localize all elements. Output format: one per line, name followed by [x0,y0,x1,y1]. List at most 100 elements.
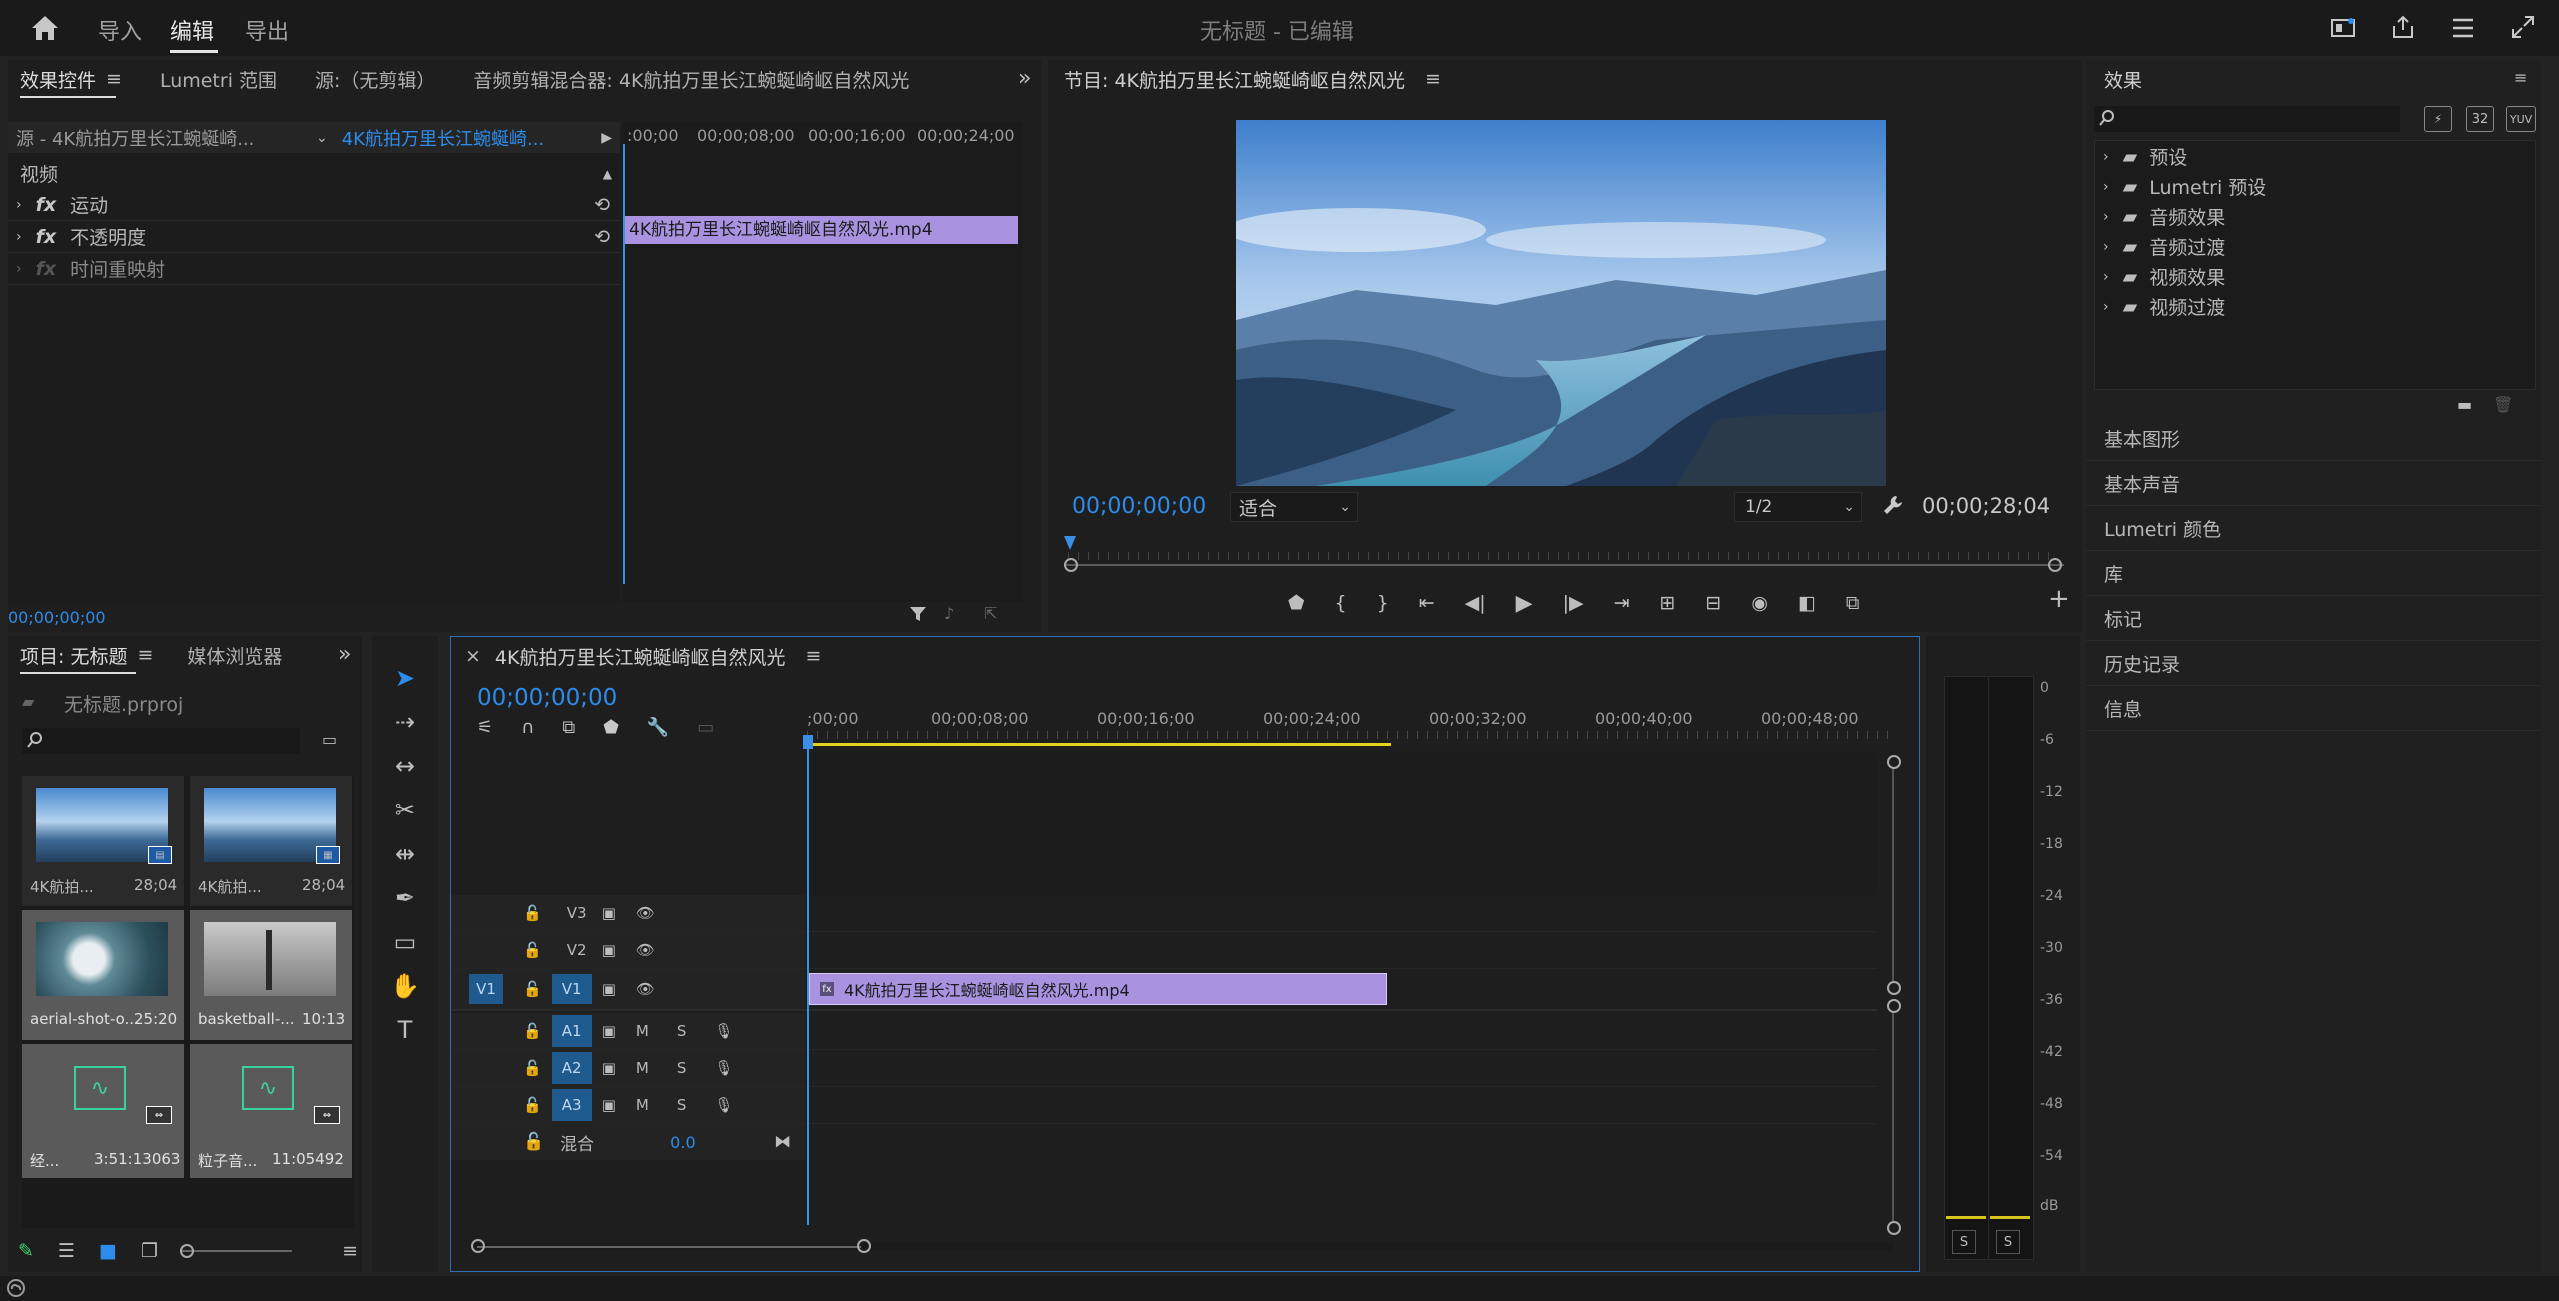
folder-item-audio-transitions[interactable]: › ▰ 音频过渡 [2095,231,2535,262]
type-tool-icon[interactable]: T [390,1016,420,1044]
scroll-handle-left[interactable] [471,1239,485,1253]
yuv-badge-icon[interactable]: YUV [2506,106,2536,132]
lift-icon[interactable]: ⊞ [1660,592,1676,614]
close-icon[interactable]: × [465,645,481,667]
scroll-handle-right[interactable] [857,1239,871,1253]
sync-lock-icon[interactable]: ▣ [602,1096,616,1114]
hand-tool-icon[interactable]: ✋ [390,972,420,1000]
track-label[interactable]: A2 [551,1052,592,1084]
camera-icon[interactable]: ◉ [1751,592,1768,614]
solo-right-button[interactable]: S [1996,1230,2020,1254]
accelerated-effects-icon[interactable]: ⚡ [2424,106,2452,132]
folder-item-lumetri[interactable]: › ▰ Lumetri 预设 [2095,171,2535,202]
tab-source[interactable]: 源:（无剪辑） [315,66,435,93]
mute-button[interactable]: M [636,1059,649,1077]
video-vscroll[interactable] [1892,769,1894,981]
scroll-handle-top[interactable] [1887,755,1901,769]
lock-icon[interactable]: 🔓 [523,1059,542,1077]
new-folder-icon[interactable]: ▬ [2457,395,2472,414]
panel-menu-icon[interactable]: ≡ [1425,68,1441,90]
pen-tool-icon[interactable]: ✒ [390,884,420,912]
tab-project[interactable]: 项目: 无标题 [20,642,127,669]
list-view-icon[interactable]: ☰ [58,1240,75,1262]
find-bin-icon[interactable]: ▭ [322,730,337,749]
program-timecode[interactable]: 00;00;00;00 [1072,494,1206,519]
microphone-icon[interactable]: 🎙 [714,1096,733,1114]
reset-icon[interactable]: ⟲ [594,194,610,216]
project-item[interactable]: ∿ ⇔ 经... 3:51:13063 [22,1044,184,1178]
wrench-icon[interactable]: 🔧 [647,717,669,738]
step-back-icon[interactable]: ◀| [1465,592,1486,614]
play-audio-icon[interactable]: ♪ [944,604,954,623]
source-patch-v1[interactable]: V1 [469,974,503,1004]
timeline-timecode[interactable]: 00;00;00;00 [477,685,617,711]
eye-icon[interactable]: 👁 [636,941,655,959]
folder-item-presets[interactable]: › ▰ 预设 [2095,141,2535,172]
expand-chevron-icon[interactable]: › [16,261,22,277]
effects-search-input[interactable] [2094,106,2400,132]
go-to-out-icon[interactable]: ⇥ [1614,592,1630,614]
scroll-handle-bottom[interactable] [1887,1221,1901,1235]
mark-out-icon[interactable]: } [1377,592,1389,614]
play-icon[interactable]: ▶ [1516,591,1533,616]
slip-tool-icon[interactable]: ⇹ [390,840,420,868]
quick-export-icon[interactable] [2330,16,2356,40]
project-item[interactable]: aerial-shot-o... 25:20 [22,910,184,1040]
folder-item-video-effects[interactable]: › ▰ 视频效果 [2095,261,2535,292]
comparison-view-icon[interactable]: ◧ [1798,592,1816,614]
rectangle-tool-icon[interactable]: ▭ [390,928,420,956]
panel-menu-icon[interactable]: ≡ [2514,68,2527,87]
razor-icon[interactable]: ✂ [390,796,420,824]
share-icon[interactable] [2390,14,2416,40]
effect-row-opacity[interactable]: › fx 不透明度 ⟲ [8,221,620,253]
audio-vscroll[interactable] [1892,1013,1894,1221]
project-item[interactable]: ▤ 4K航拍... 28;04 [22,776,184,906]
project-item[interactable]: ▦ 4K航拍... 28;04 [190,776,352,906]
effect-playhead[interactable] [623,144,625,584]
work-area-bar[interactable] [807,743,1391,746]
program-playhead[interactable] [1064,536,1076,550]
solo-left-button[interactable]: S [1952,1230,1976,1254]
mute-button[interactable]: M [636,1096,649,1114]
timeline-ruler[interactable]: ;00;00 00;00;08;00 00;00;16;00 00;00;24;… [807,703,1897,747]
expand-chevron-icon[interactable]: › [2103,179,2109,195]
expand-chevron-icon[interactable]: › [16,197,22,213]
solo-button[interactable]: S [677,1059,687,1077]
wrench-icon[interactable] [1882,494,1904,516]
ripple-edit-icon[interactable]: ↔ [390,752,420,780]
panel-menu-icon[interactable]: ≡ [106,68,122,90]
chevron-down-icon[interactable]: ⌄ [316,130,328,146]
32bit-badge-icon[interactable]: 32 [2466,106,2494,132]
program-scrubber[interactable] [1064,564,2064,566]
track-label[interactable]: V3 [562,904,592,922]
play-triangle-icon[interactable]: ▶ [601,130,612,146]
trash-icon[interactable]: 🗑 [2493,395,2513,414]
expand-chevron-icon[interactable]: › [2103,149,2109,165]
panel-menu-icon[interactable]: ≡ [805,645,821,667]
timeline-playhead[interactable] [807,745,809,1225]
nav-import[interactable]: 导入 [98,14,142,46]
icon-view-icon[interactable]: ■ [99,1240,117,1262]
effect-row-motion[interactable]: › fx 运动 ⟲ [8,189,620,221]
selection-tool-icon[interactable]: ➤ [390,664,420,692]
eye-icon[interactable]: 👁 [636,980,655,998]
add-marker-icon[interactable]: ⬟ [603,717,619,738]
solo-button[interactable]: S [677,1022,687,1040]
linked-selection-icon[interactable]: ⧉ [562,717,575,738]
mark-in-icon[interactable]: { [1335,592,1347,614]
expand-chevron-icon[interactable]: › [2103,209,2109,225]
tab-media-browser[interactable]: 媒体浏览器 [187,642,282,669]
proxy-toggle-icon[interactable]: ⧉ [1846,592,1860,614]
nav-export[interactable]: 导出 [245,14,289,46]
project-item[interactable]: basketball-... 10:13 [190,910,352,1040]
timeline-hscroll-thumb[interactable] [477,1246,861,1248]
sync-lock-icon[interactable]: ▣ [602,904,616,922]
source-label[interactable]: 源 - 4K航拍万里长江蜿蜒崎... [16,125,306,151]
fit-dropdown[interactable]: 适合 ⌄ [1230,492,1358,522]
scroll-handle-left[interactable] [1064,558,1078,572]
section-libraries[interactable]: 库 [2086,551,2541,596]
expand-chevron-icon[interactable]: › [2103,239,2109,255]
project-search-input[interactable] [22,728,300,754]
section-lumetri-color[interactable]: Lumetri 颜色 [2086,506,2541,551]
lock-icon[interactable]: 🔓 [523,941,542,959]
